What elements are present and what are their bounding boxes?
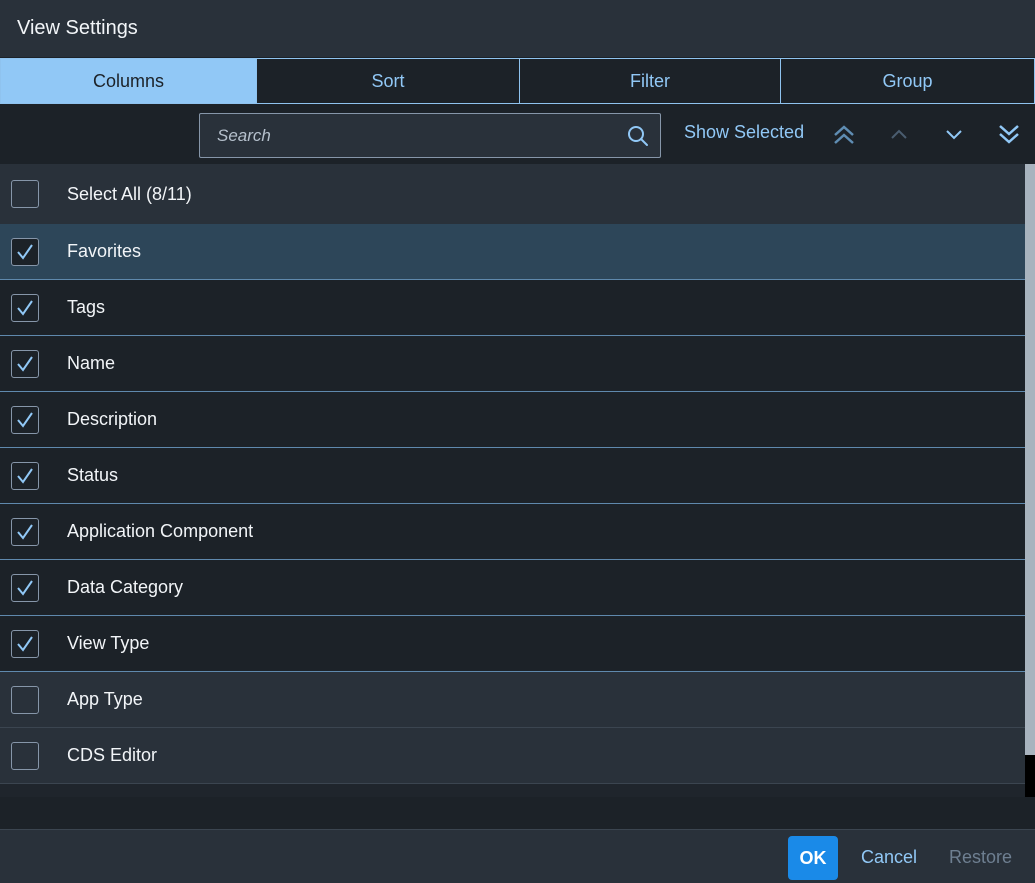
list-item[interactable]: View Type (0, 616, 1025, 672)
list-item[interactable]: App Type (0, 672, 1025, 728)
double-chevron-up-icon[interactable] (830, 120, 858, 148)
list-item[interactable]: Name (0, 336, 1025, 392)
checkmark-icon (17, 523, 33, 540)
list-toolbar: Show Selected (0, 104, 1035, 164)
list-item-label: Name (67, 353, 116, 373)
dialog-footer: OK Cancel Restore (0, 829, 1035, 883)
chevron-up-icon[interactable] (885, 120, 913, 148)
checkmark-icon (17, 355, 33, 372)
checkmark-icon (17, 635, 33, 652)
tab-filter[interactable]: Filter (520, 58, 781, 104)
restore-button[interactable]: Restore (949, 847, 1012, 868)
checkmark-icon (17, 299, 33, 316)
list-item-label: Data Category (67, 577, 184, 597)
list-scrollbar[interactable] (1025, 164, 1035, 797)
list-item-label: Status (67, 465, 119, 485)
list-item-label: CDS Editor (67, 745, 158, 765)
list-item[interactable]: Favorites (0, 224, 1025, 280)
list-item[interactable]: Status (0, 448, 1025, 504)
list-item-label: App Type (67, 689, 143, 709)
select-all-label: Select All (8/11) (67, 183, 192, 204)
checkbox[interactable] (11, 293, 39, 322)
list-item-label: View Type (67, 633, 150, 653)
dialog-title: View Settings (17, 17, 138, 39)
column-list: Select All (8/11) Favorites Tags Name De… (0, 164, 1025, 797)
checkbox[interactable] (11, 685, 39, 714)
checkbox[interactable] (11, 461, 39, 490)
checkmark-icon (17, 467, 33, 484)
list-item[interactable]: Description (0, 392, 1025, 448)
ok-button[interactable]: OK (788, 836, 838, 880)
list-item[interactable]: Application Component (0, 504, 1025, 560)
tab-columns[interactable]: Columns (0, 58, 257, 104)
cancel-button[interactable]: Cancel (861, 847, 917, 868)
tab-sort[interactable]: Sort (257, 58, 520, 104)
list-item[interactable]: Data Category (0, 560, 1025, 616)
dialog-header: View Settings (0, 0, 1035, 57)
tab-bar: Columns Sort Filter Group (0, 58, 1035, 104)
double-chevron-down-icon[interactable] (995, 120, 1023, 148)
checkmark-icon (17, 579, 33, 596)
checkbox[interactable] (11, 573, 39, 602)
select-all-row[interactable]: Select All (8/11) (0, 164, 1025, 224)
tab-group[interactable]: Group (781, 58, 1035, 104)
scrollbar-thumb[interactable] (1025, 164, 1035, 755)
search-icon[interactable] (626, 124, 650, 148)
checkbox[interactable] (11, 741, 39, 770)
checkmark-icon (17, 411, 33, 428)
list-item-partial (0, 784, 1025, 797)
search-input[interactable] (200, 114, 610, 157)
list-item-label: Favorites (67, 241, 142, 261)
checkmark-icon (17, 243, 33, 260)
list-item-label: Tags (67, 297, 106, 317)
show-selected-button[interactable]: Show Selected (684, 122, 804, 143)
chevron-down-icon[interactable] (940, 120, 968, 148)
checkbox[interactable] (11, 629, 39, 658)
select-all-checkbox[interactable] (11, 180, 39, 208)
checkbox[interactable] (11, 517, 39, 546)
checkbox[interactable] (11, 237, 39, 266)
list-item-label: Application Component (67, 521, 254, 541)
list-item-label: Description (67, 409, 158, 429)
list-item[interactable]: CDS Editor (0, 728, 1025, 784)
content-spacer (0, 797, 1035, 829)
checkbox[interactable] (11, 405, 39, 434)
search-field[interactable] (199, 113, 661, 158)
list-item[interactable]: Tags (0, 280, 1025, 336)
checkbox[interactable] (11, 349, 39, 378)
